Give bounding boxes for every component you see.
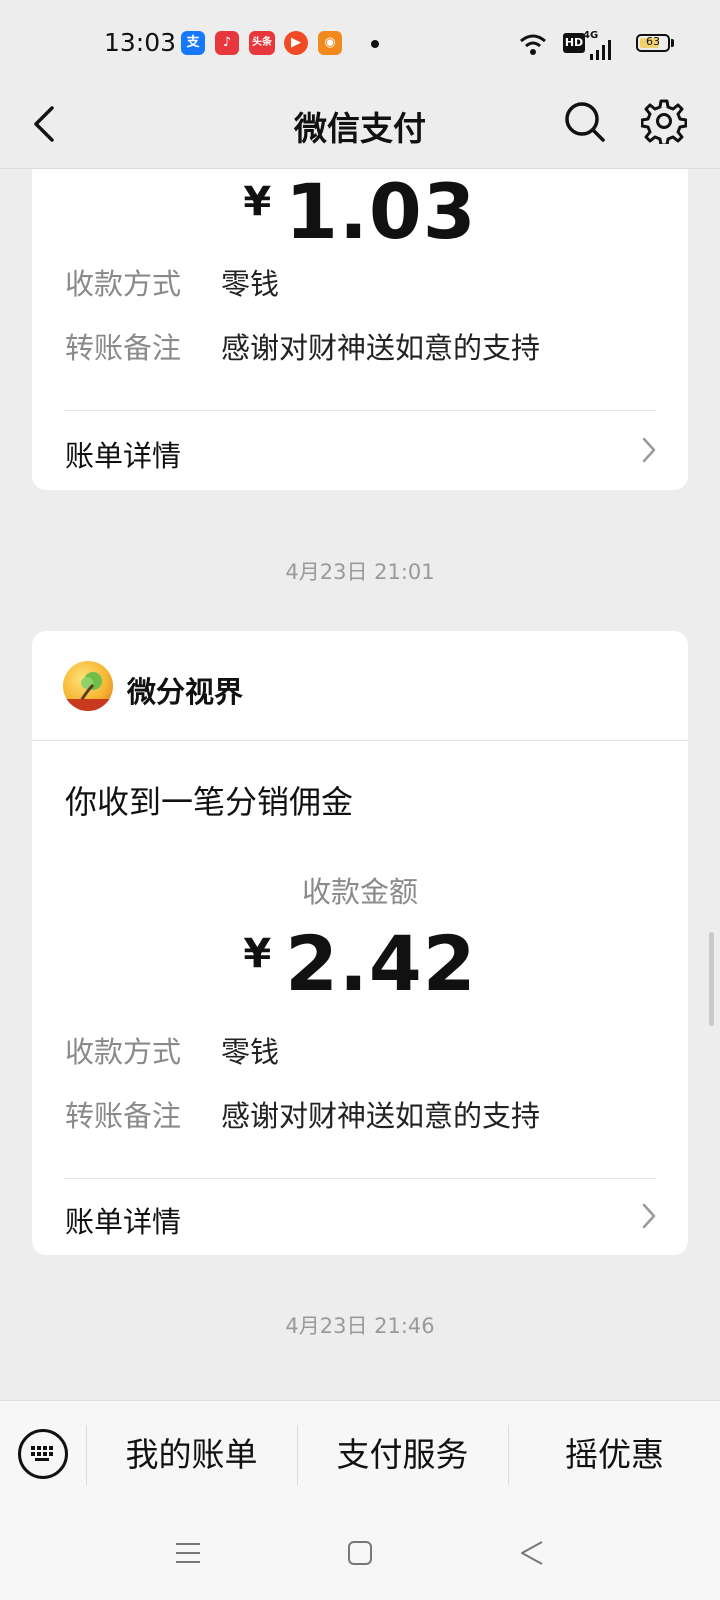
search-icon[interactable] (563, 100, 607, 144)
transfer-note-value: 感谢对财神送如意的支持 (221, 1099, 541, 1133)
commission-card: 微分视界 你收到一笔分销佣金 收款金额 ¥2.42 收款方式 零钱 转账备注 感谢对… (32, 631, 688, 1255)
nav-bar: 微信支付 (0, 88, 720, 169)
payment-amount: ¥2.42 (32, 919, 688, 1008)
payment-method-row: 收款方式 零钱 (65, 261, 279, 303)
payment-method-value: 零钱 (221, 1035, 280, 1069)
payment-card: ¥1.03 收款方式 零钱 转账备注 感谢对财神送如意的支持 账单详情 (32, 169, 688, 490)
transfer-note-row: 转账备注 感谢对财神送如意的支持 (65, 1093, 540, 1135)
payment-method-label: 收款方式 (65, 267, 182, 301)
system-nav-bar (0, 1508, 720, 1600)
menu-my-bills[interactable]: 我的账单 (87, 1401, 296, 1509)
currency-symbol: ¥ (243, 179, 272, 225)
gear-icon[interactable] (641, 98, 687, 144)
chevron-right-icon (642, 437, 656, 463)
app-icon: ◉ (318, 31, 342, 55)
video-icon: ▶ (284, 31, 308, 55)
merchant-logo-icon (63, 661, 113, 711)
notification-title: 你收到一笔分销佣金 (65, 783, 354, 821)
home-icon[interactable] (346, 1539, 374, 1567)
transfer-note-label: 转账备注 (65, 331, 182, 365)
page-title: 微信支付 (294, 109, 426, 148)
amount-value: 1.03 (285, 169, 477, 256)
transfer-note-value: 感谢对财神送如意的支持 (221, 331, 541, 365)
wifi-icon (520, 34, 546, 55)
status-time: 13:03 (104, 28, 177, 57)
transfer-note-row: 转账备注 感谢对财神送如意的支持 (65, 325, 540, 367)
transfer-note-label: 转账备注 (65, 1099, 182, 1133)
music-icon: ♪ (215, 31, 239, 55)
status-bar: 13:03 支 ♪ 头条 ▶ ◉ HD 4G 63 (0, 0, 720, 88)
signal-icon (590, 40, 611, 60)
timestamp: 4月23日 21:01 (285, 560, 435, 584)
alipay-icon: 支 (181, 31, 205, 55)
currency-symbol: ¥ (243, 931, 272, 977)
divider (64, 410, 656, 411)
amount-value: 2.42 (285, 919, 477, 1008)
menu-icon[interactable] (174, 1540, 202, 1566)
menu-shake-deals[interactable]: 摇优惠 (509, 1401, 720, 1509)
hd-badge: HD (563, 33, 585, 53)
payment-method-row: 收款方式 零钱 (65, 1029, 279, 1071)
divider (64, 1178, 656, 1179)
menu-payment-services[interactable]: 支付服务 (298, 1401, 507, 1509)
scrollbar[interactable] (709, 932, 714, 1026)
bill-details-link[interactable]: 账单详情 (65, 1199, 181, 1241)
payment-method-label: 收款方式 (65, 1035, 182, 1069)
battery-level: 63 (646, 35, 660, 48)
timestamp: 4月23日 21:46 (285, 1314, 435, 1338)
payment-method-value: 零钱 (221, 267, 280, 301)
bottom-menu: 我的账单 支付服务 摇优惠 (0, 1400, 720, 1509)
amount-label: 收款金额 (301, 875, 418, 909)
toutiao-icon: 头条 (249, 31, 275, 55)
keyboard-icon[interactable] (18, 1429, 68, 1479)
notification-dot-icon (371, 40, 379, 48)
divider (32, 740, 688, 741)
back-icon[interactable] (518, 1539, 546, 1567)
battery-icon: 63 (636, 34, 670, 52)
merchant-name[interactable]: 微分视界 (127, 669, 243, 711)
message-list[interactable]: ¥1.03 收款方式 零钱 转账备注 感谢对财神送如意的支持 账单详情 4月23日 … (0, 169, 720, 1400)
payment-amount: ¥1.03 (32, 169, 688, 256)
chevron-right-icon (642, 1203, 656, 1229)
bill-details-link[interactable]: 账单详情 (65, 433, 181, 475)
